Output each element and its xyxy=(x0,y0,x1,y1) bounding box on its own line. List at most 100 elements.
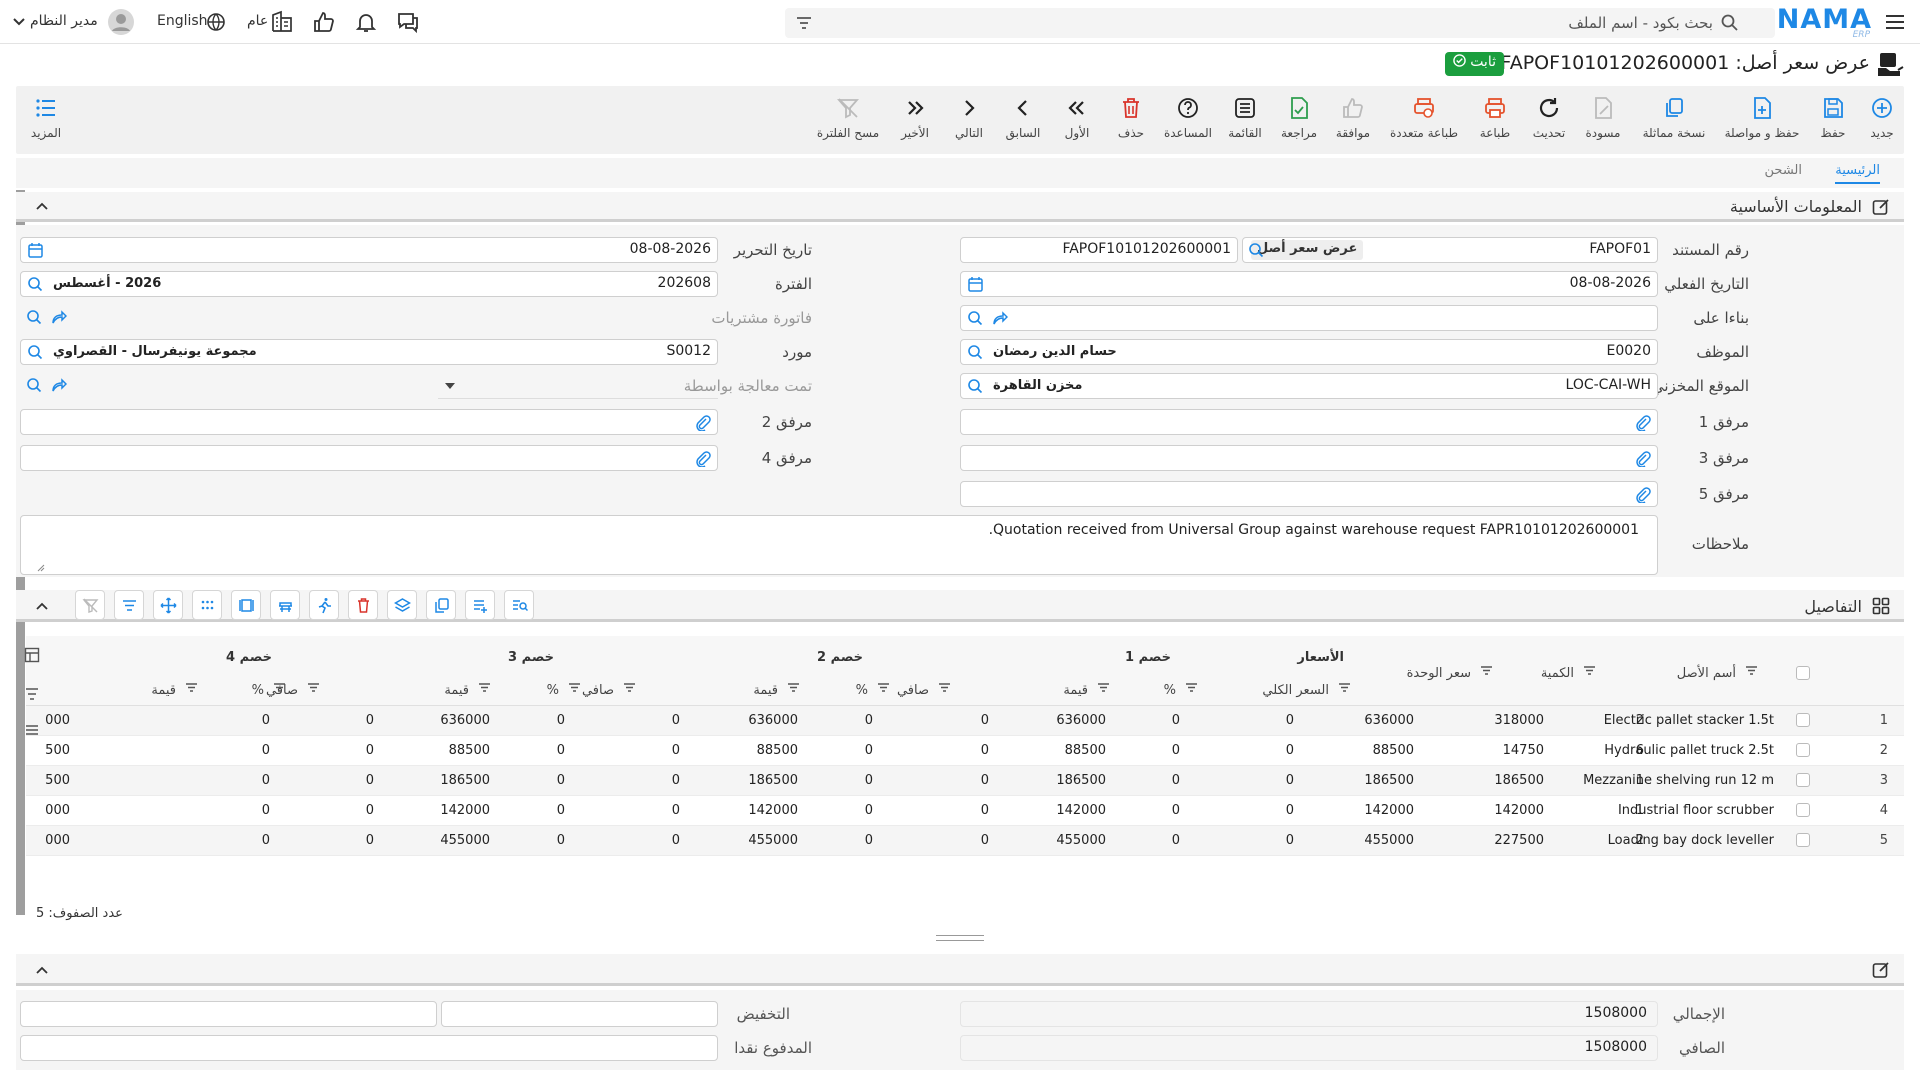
cell-qty[interactable]: 2 xyxy=(1636,833,1644,848)
col-header-disc1-net[interactable]: صافي xyxy=(897,683,929,698)
table-row[interactable]: 3 Mezzanine shelving run 12 m 1 186500 18650… xyxy=(26,766,1904,796)
cell-d3p[interactable]: 0 xyxy=(672,743,680,758)
cell-d1p[interactable]: 0 xyxy=(1286,773,1294,788)
help-button[interactable]: المساعدة xyxy=(1158,86,1218,154)
collapse-chevron-icon[interactable] xyxy=(34,962,50,978)
lookup-search-icon[interactable] xyxy=(967,378,984,395)
table-row[interactable]: 1 Electric pallet stacker 1.5t 2 318000 6360… xyxy=(26,706,1904,736)
paperclip-icon[interactable] xyxy=(694,414,711,431)
col-header-total-price[interactable]: السعر الكلي xyxy=(1262,683,1329,698)
totals-header[interactable] xyxy=(16,954,1904,986)
doc-number-field[interactable]: FAPOF01 عرض سعر أصل xyxy=(1242,237,1658,263)
splitter-handle[interactable] xyxy=(936,935,984,941)
cell-n4[interactable]: 500 xyxy=(45,743,70,758)
move-grid-button[interactable] xyxy=(153,590,183,620)
hamburger-menu-icon[interactable] xyxy=(1884,11,1906,33)
cell-n1[interactable]: 186500 xyxy=(1056,773,1106,788)
thumbs-up-button[interactable]: موافقة xyxy=(1326,86,1380,154)
column-filter-icon[interactable] xyxy=(623,681,636,698)
previous-button[interactable]: السابق xyxy=(996,86,1050,154)
attachment-1-field[interactable] xyxy=(960,409,1658,435)
col-header-disc2-net[interactable]: صافي xyxy=(582,683,614,698)
cell-d1p[interactable]: 0 xyxy=(1286,803,1294,818)
warehouse-grid-button[interactable] xyxy=(270,590,300,620)
col-header-unit-price[interactable]: سعر الوحدة xyxy=(1407,666,1471,681)
column-filter-icon[interactable] xyxy=(1097,681,1110,698)
cell-d2v[interactable]: 0 xyxy=(865,773,873,788)
lookup-search-icon[interactable] xyxy=(967,344,984,361)
cell-d4p[interactable]: 0 xyxy=(366,743,374,758)
dropdown-caret-icon[interactable] xyxy=(444,381,456,391)
row-checkbox[interactable] xyxy=(1796,803,1810,817)
print-button[interactable]: طباعة xyxy=(1468,86,1522,154)
cell-d2v[interactable]: 0 xyxy=(865,833,873,848)
cell-name[interactable]: Electric pallet stacker 1.5t xyxy=(1604,713,1774,728)
cell-unit[interactable]: 14750 xyxy=(1503,743,1544,758)
cell-total[interactable]: 142000 xyxy=(1364,803,1414,818)
cell-name[interactable]: Hydraulic pallet truck 2.5t xyxy=(1604,743,1774,758)
cell-d3p[interactable]: 0 xyxy=(672,833,680,848)
column-filter-icon[interactable] xyxy=(877,681,890,698)
cell-d1v[interactable]: 0 xyxy=(1172,803,1180,818)
column-filter-icon[interactable] xyxy=(1480,664,1493,681)
based-on-field[interactable] xyxy=(960,305,1658,331)
cell-d4v[interactable]: 0 xyxy=(262,833,270,848)
clear-filter-grid-button[interactable] xyxy=(75,590,105,620)
paperclip-icon[interactable] xyxy=(1634,414,1651,431)
cell-total[interactable]: 636000 xyxy=(1364,713,1414,728)
edit-date-field[interactable]: 08-08-2026 xyxy=(20,237,718,263)
delete-button[interactable]: حذف xyxy=(1104,86,1158,154)
column-filter-icon[interactable] xyxy=(1583,664,1596,681)
column-filter-icon[interactable] xyxy=(307,681,320,698)
cell-n3[interactable]: 186500 xyxy=(440,773,490,788)
cell-d3v[interactable]: 0 xyxy=(557,803,565,818)
cell-d1p[interactable]: 0 xyxy=(1286,713,1294,728)
cell-d1v[interactable]: 0 xyxy=(1172,713,1180,728)
notification-bell-icon[interactable] xyxy=(354,10,378,34)
scope-label[interactable]: عام xyxy=(247,13,268,29)
select-all-checkbox[interactable] xyxy=(1796,666,1810,680)
cell-d1p[interactable]: 0 xyxy=(1286,833,1294,848)
cell-unit[interactable]: 318000 xyxy=(1494,713,1544,728)
share-arrow-icon[interactable] xyxy=(50,309,67,326)
cell-d1v[interactable]: 0 xyxy=(1172,743,1180,758)
cell-d3p[interactable]: 0 xyxy=(672,803,680,818)
lookup-search-icon[interactable] xyxy=(1248,242,1265,259)
save-continue-button[interactable]: حفظ و مواصلة xyxy=(1718,86,1806,154)
col-header-qty[interactable]: الكمية xyxy=(1541,666,1574,681)
column-filter-icon[interactable] xyxy=(273,681,286,698)
actual-date-field[interactable]: 08-08-2026 xyxy=(960,271,1658,297)
cell-d2p[interactable]: 0 xyxy=(981,713,989,728)
cell-n4[interactable]: 000 xyxy=(45,803,70,818)
cell-n1[interactable]: 88500 xyxy=(1065,743,1106,758)
row-checkbox[interactable] xyxy=(1796,833,1810,847)
cell-d4p[interactable]: 0 xyxy=(366,713,374,728)
company-building-icon[interactable] xyxy=(270,10,294,34)
nama-erp-logo[interactable]: NAMA ERP xyxy=(1777,4,1872,40)
cell-total[interactable]: 88500 xyxy=(1373,743,1414,758)
columns-grid-button[interactable] xyxy=(231,590,261,620)
lookup-search-icon[interactable] xyxy=(26,377,43,394)
attachment-3-field[interactable] xyxy=(960,445,1658,471)
attachment-5-field[interactable] xyxy=(960,481,1658,507)
row-checkbox[interactable] xyxy=(1796,743,1810,757)
cell-d4v[interactable]: 0 xyxy=(262,773,270,788)
cell-d1p[interactable]: 0 xyxy=(1286,743,1294,758)
notes-textarea[interactable]: Quotation received from Universal Group … xyxy=(20,515,1658,575)
cell-n1[interactable]: 142000 xyxy=(1056,803,1106,818)
grid-filter-icon[interactable] xyxy=(24,686,40,702)
chevron-down-icon[interactable] xyxy=(12,16,26,28)
discount-percent-field[interactable] xyxy=(20,1001,437,1027)
column-filter-icon[interactable] xyxy=(787,681,800,698)
language-switcher[interactable]: English xyxy=(157,13,208,29)
cell-d3v[interactable]: 0 xyxy=(557,773,565,788)
cell-n2[interactable]: 88500 xyxy=(757,743,798,758)
cell-d1v[interactable]: 0 xyxy=(1172,833,1180,848)
draft-button[interactable]: مسودة xyxy=(1576,86,1630,154)
chat-icon[interactable] xyxy=(396,10,420,34)
cell-n4[interactable]: 000 xyxy=(45,713,70,728)
cell-name[interactable]: Loading bay dock leveller xyxy=(1608,833,1774,848)
paperclip-icon[interactable] xyxy=(694,450,711,467)
search-input[interactable]: بحث بكود - اسم الملف xyxy=(1568,14,1713,32)
tab-main[interactable]: الرئيسية xyxy=(1835,163,1880,184)
